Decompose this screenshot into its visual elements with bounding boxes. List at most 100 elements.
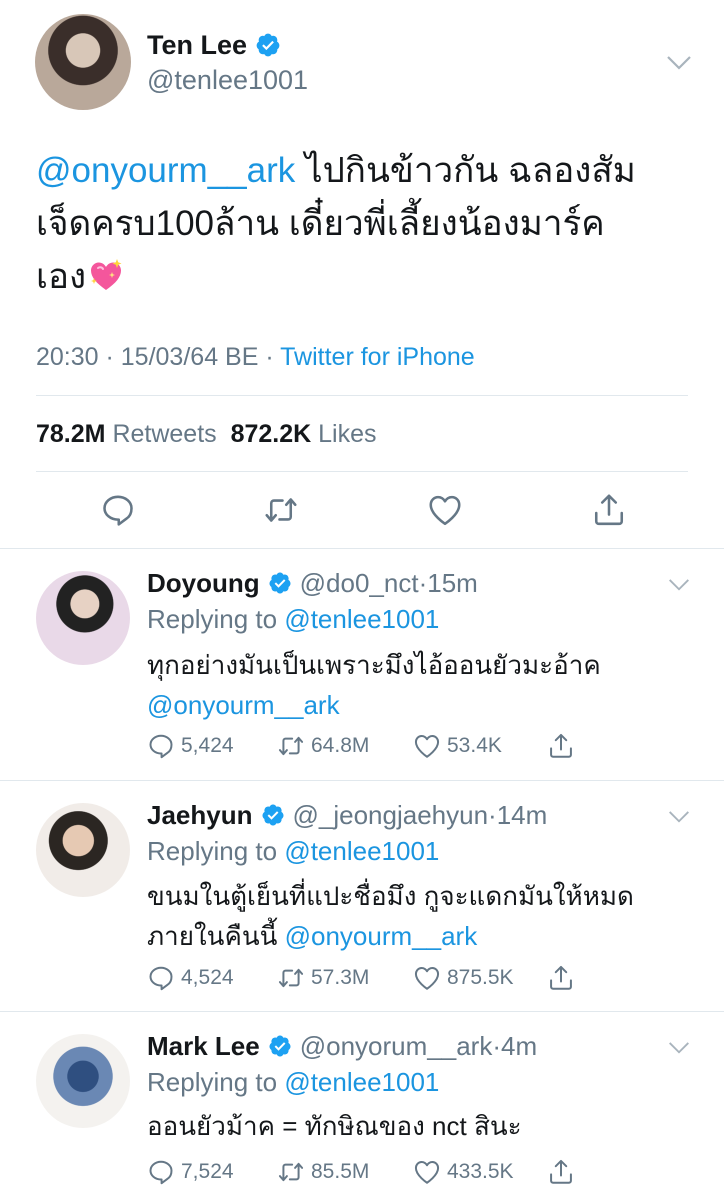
reply-count: 5,424 <box>181 734 234 757</box>
mention-link[interactable]: @onyourm__ark <box>36 151 295 190</box>
reply-icon <box>147 964 175 992</box>
mention-link[interactable]: @onyourm__ark <box>147 690 340 720</box>
reply-action[interactable]: 4,524 <box>147 964 234 992</box>
retweet-count: 57.3M <box>311 966 370 989</box>
like-count: 875.5K <box>447 966 514 989</box>
reply-icon <box>147 732 175 760</box>
replying-to-link[interactable]: @tenlee1001 <box>284 836 439 866</box>
retweet-action[interactable]: 57.3M <box>277 964 369 992</box>
reply-icon[interactable] <box>100 492 136 528</box>
like-action[interactable]: 875.5K <box>413 964 514 992</box>
reply-text-line1: ขนมในตู้เย็นที่แปะชื่อมึง กูจะแดกมันให้ห… <box>147 881 634 911</box>
author-handle[interactable]: @_jeongjaehyun <box>293 799 489 831</box>
reply-count: 7,524 <box>181 1160 234 1183</box>
likes-label: Likes <box>318 420 377 448</box>
reply-text-body: ทุกอย่างมันเป็นเพราะมึงไอ้ออนยัวมะอ้าค <box>147 650 601 680</box>
reply-text: ทุกอย่างมันเป็นเพราะมึงไอ้ออนยัวมะอ้าค @… <box>147 645 697 725</box>
divider <box>36 395 688 396</box>
share-icon <box>547 1158 575 1186</box>
author-name[interactable]: Mark Lee <box>147 1030 260 1062</box>
like-icon <box>413 964 441 992</box>
share-icon <box>547 732 575 760</box>
retweet-count: 85.5M <box>311 1160 370 1183</box>
reply-text-body: ออนยัวม้าค = ทักษิณของ nct สินะ <box>147 1111 522 1141</box>
chevron-down-icon[interactable] <box>668 577 690 593</box>
retweet-icon <box>277 964 305 992</box>
avatar[interactable] <box>35 14 131 110</box>
share-icon[interactable] <box>591 492 627 528</box>
avatar[interactable] <box>36 803 130 897</box>
like-count: 53.4K <box>447 734 502 757</box>
reply-tweet[interactable]: Doyoung @do0_nct ·15m Replying to @tenle… <box>0 549 724 781</box>
retweet-icon <box>277 732 305 760</box>
share-action[interactable] <box>547 732 581 760</box>
tweet-text-line2: เจ็ดครบ100ล้าน เดี๋ยวพี่เลี้ยงน้องมาร์ค <box>36 204 605 243</box>
replying-to-link[interactable]: @tenlee1001 <box>284 1067 439 1097</box>
replying-to-link[interactable]: @tenlee1001 <box>284 604 439 634</box>
reply-header: Mark Lee @onyorum__ark ·4m <box>147 1030 537 1062</box>
likes-count: 872.2K <box>230 420 312 448</box>
chevron-down-icon[interactable] <box>668 1040 690 1056</box>
like-icon <box>413 1158 441 1186</box>
chevron-down-icon[interactable] <box>666 54 692 72</box>
retweet-action[interactable]: 64.8M <box>277 732 369 760</box>
reply-tweet[interactable]: Jaehyun @_jeongjaehyun ·14m Replying to … <box>0 781 724 1012</box>
sparkling-heart-icon <box>91 259 122 290</box>
author-handle[interactable]: @do0_nct <box>300 567 419 599</box>
author-name-row[interactable]: Ten Lee <box>147 29 281 61</box>
reply-action[interactable]: 7,524 <box>147 1158 234 1186</box>
replying-to: Replying to @tenlee1001 <box>147 603 439 635</box>
author-name[interactable]: Doyoung <box>147 567 260 599</box>
replying-to: Replying to @tenlee1001 <box>147 835 439 867</box>
source-link[interactable]: Twitter for iPhone <box>280 343 475 371</box>
reply-actions: 4,524 57.3M 875.5K <box>147 964 627 996</box>
tweet-text-line3: เอง <box>36 257 87 296</box>
mention-link[interactable]: @onyourm__ark <box>285 921 478 951</box>
avatar[interactable] <box>36 1034 130 1128</box>
retweet-icon <box>277 1158 305 1186</box>
retweets-stat[interactable]: 78.2M Retweets <box>36 420 217 448</box>
replying-to: Replying to @tenlee1001 <box>147 1066 439 1098</box>
reply-action[interactable]: 5,424 <box>147 732 234 760</box>
retweets-count: 78.2M <box>36 420 106 448</box>
main-tweet: Ten Lee @tenlee1001 @onyourm__ark ไปกินข… <box>0 0 724 548</box>
like-action[interactable]: 53.4K <box>413 732 502 760</box>
like-icon[interactable] <box>427 492 463 528</box>
verified-badge-icon <box>261 803 285 827</box>
author-handle[interactable]: @onyorum__ark <box>300 1030 493 1062</box>
like-action[interactable]: 433.5K <box>413 1158 514 1186</box>
author-name[interactable]: Jaehyun <box>147 799 253 831</box>
reply-actions: 5,424 64.8M 53.4K <box>147 732 627 764</box>
retweet-action[interactable]: 85.5M <box>277 1158 369 1186</box>
likes-stat[interactable]: 872.2K Likes <box>231 420 377 448</box>
verified-badge-icon <box>255 32 281 58</box>
reply-text: ออนยัวม้าค = ทักษิณของ nct สินะ <box>147 1106 697 1146</box>
tweet-meta: 20:30 · 15/03/64 BE · Twitter for iPhone <box>36 340 475 374</box>
verified-badge-icon <box>268 1034 292 1058</box>
tweet-text: @onyourm__ark ไปกินข้าวกัน ฉลองสัม เจ็ดค… <box>36 144 696 303</box>
reply-text: ขนมในตู้เย็นที่แปะชื่อมึง กูจะแดกมันให้ห… <box>147 876 697 956</box>
retweet-icon[interactable] <box>263 492 299 528</box>
timestamp: ·4m <box>492 1031 538 1061</box>
avatar[interactable] <box>36 571 130 665</box>
timestamp: ·14m <box>488 800 548 830</box>
share-action[interactable] <box>547 1158 581 1186</box>
reply-tweet[interactable]: Mark Lee @onyorum__ark ·4m Replying to @… <box>0 1012 724 1200</box>
timestamp: 20:30 · 15/03/64 BE · <box>36 343 281 371</box>
retweets-label: Retweets <box>112 420 217 448</box>
replying-to-label: Replying to <box>147 1067 285 1097</box>
share-action[interactable] <box>547 964 581 992</box>
replying-to-label: Replying to <box>147 604 285 634</box>
tweet-text-line1: ไปกินข้าวกัน ฉลองสัม <box>295 151 636 190</box>
chevron-down-icon[interactable] <box>668 809 690 825</box>
replying-to-label: Replying to <box>147 836 285 866</box>
author-handle[interactable]: @tenlee1001 <box>147 64 308 96</box>
like-icon <box>413 732 441 760</box>
verified-badge-icon <box>268 571 292 595</box>
divider <box>36 471 688 472</box>
timestamp: ·15m <box>418 568 478 598</box>
author-name[interactable]: Ten Lee <box>147 29 247 61</box>
reply-header: Doyoung @do0_nct ·15m <box>147 567 478 599</box>
reply-actions: 7,524 85.5M 433.5K <box>147 1158 627 1190</box>
reply-text-line2: ภายในคืนนี้ <box>147 921 285 951</box>
